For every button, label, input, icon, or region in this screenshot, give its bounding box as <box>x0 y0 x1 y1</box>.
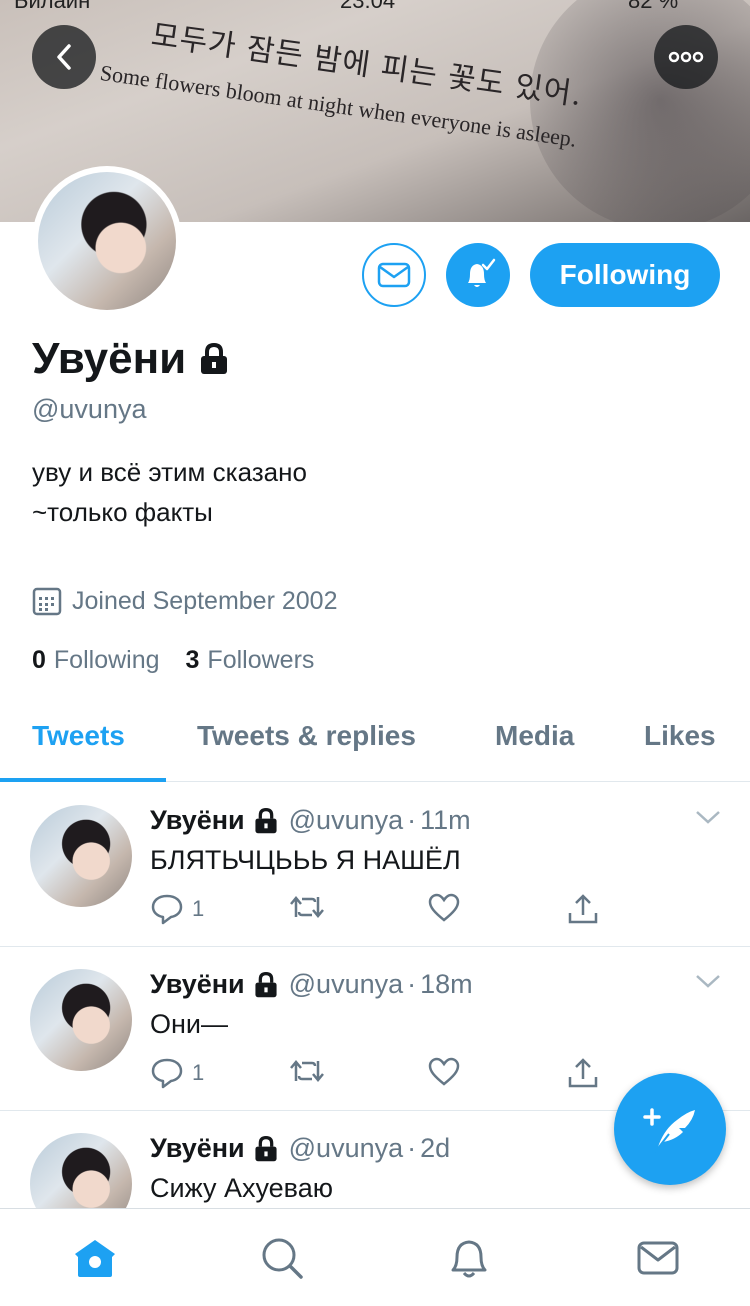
nav-notifications[interactable] <box>444 1233 494 1283</box>
following-count: 0 <box>32 646 46 674</box>
share-icon <box>568 894 598 924</box>
follow-counts: 0 Following 3 Followers <box>32 646 314 675</box>
back-button[interactable] <box>32 25 96 89</box>
message-button[interactable] <box>362 243 426 307</box>
joined-label: Joined September 2002 <box>72 586 338 615</box>
reply-count: 1 <box>192 896 205 921</box>
tweet-author-handle: @uvunya <box>288 1133 404 1163</box>
lock-icon <box>255 971 277 997</box>
tab-tweets-replies[interactable]: Tweets & replies <box>197 720 416 752</box>
more-button[interactable] <box>654 25 718 89</box>
tweet-header: Увуёни @uvunya · 2d <box>150 1133 450 1164</box>
following-count-link[interactable]: 0 Following <box>32 646 160 675</box>
reply-count: 1 <box>192 1060 205 1085</box>
bell-icon <box>468 258 496 287</box>
separator-dot: · <box>407 805 417 835</box>
chevron-down-icon[interactable] <box>694 809 722 825</box>
tweet-text: БЛЯТЬЧЦЬЬЬ Я НАШЁЛ <box>150 845 461 875</box>
tweet-author-handle: @uvunya <box>288 969 404 999</box>
profile-tabs: Tweets Tweets & replies Media Likes <box>0 702 750 782</box>
profile-avatar[interactable] <box>32 166 182 316</box>
like-button[interactable] <box>428 1057 460 1087</box>
nav-home[interactable] <box>70 1233 120 1283</box>
like-icon <box>428 893 460 922</box>
profile-name-row: Увуёни <box>32 334 230 384</box>
bottom-navigation <box>0 1208 750 1306</box>
followers-count-link[interactable]: 3 Followers <box>186 646 315 675</box>
tweet-avatar[interactable] <box>30 969 132 1071</box>
lock-icon <box>255 1135 277 1161</box>
compose-tweet-button[interactable] <box>614 1073 726 1185</box>
tweet-author-handle: @uvunya <box>288 805 404 835</box>
tweet-header: Увуёни @uvunya · 18m <box>150 969 473 1000</box>
bio-line: уву и всё этим сказано <box>32 457 307 487</box>
profile-handle: @uvunya <box>32 394 147 424</box>
tab-likes[interactable]: Likes <box>644 720 716 752</box>
tweet-time: 11m <box>420 805 471 835</box>
profile-name: Увуёни <box>32 334 187 383</box>
envelope-icon <box>377 262 411 288</box>
tweet-header: Увуёни @uvunya · 11m <box>150 805 471 836</box>
following-button[interactable]: Following <box>530 243 720 307</box>
reply-icon <box>151 894 183 925</box>
reply-icon <box>151 1058 183 1089</box>
home-icon <box>75 1240 115 1277</box>
active-tab-indicator <box>0 778 166 782</box>
reply-button[interactable]: 1 <box>150 1057 204 1089</box>
tab-tweets[interactable]: Tweets <box>32 720 125 752</box>
tweet-time: 2d <box>420 1133 451 1163</box>
following-label: Following <box>53 646 160 674</box>
tweet-actions: 1 <box>150 1057 610 1091</box>
separator-dot: · <box>407 969 417 999</box>
share-icon <box>568 1058 598 1088</box>
profile-bio: уву и всё этим сказано ~только факты <box>32 452 307 532</box>
notifications-toggle-button[interactable] <box>446 243 510 307</box>
calendar-icon <box>32 587 62 616</box>
like-icon <box>428 1057 460 1086</box>
lock-icon <box>255 807 277 833</box>
chevron-down-icon[interactable] <box>694 973 722 989</box>
messages-icon <box>637 1241 679 1275</box>
tweet-time: 18m <box>420 969 473 999</box>
nav-search[interactable] <box>257 1233 307 1283</box>
back-arrow-icon <box>57 44 71 70</box>
search-icon <box>262 1238 303 1279</box>
tab-media[interactable]: Media <box>495 720 574 752</box>
lock-icon <box>201 342 228 374</box>
tweet[interactable]: Увуёни @uvunya · 11m БЛЯТЬЧЦЬЬЬ Я НАШЁЛ … <box>0 783 750 947</box>
tweet-text: Сижу Ахуеваю <box>150 1173 333 1203</box>
nav-messages[interactable] <box>633 1233 683 1283</box>
bio-line: ~только факты <box>32 497 213 527</box>
tweet-author-name: Увуёни <box>150 1133 245 1163</box>
followers-count: 3 <box>185 646 200 674</box>
status-bar: Билайн 23:04 82 % <box>0 0 750 13</box>
compose-icon <box>643 1108 695 1153</box>
retweet-icon <box>290 896 324 918</box>
share-button[interactable] <box>567 1057 599 1089</box>
tweet-text: Они— <box>150 1009 228 1039</box>
tweet-author-name: Увуёни <box>150 969 245 999</box>
notifications-icon <box>451 1240 487 1278</box>
followers-label: Followers <box>207 646 315 674</box>
tweet-actions: 1 <box>150 893 610 927</box>
share-button[interactable] <box>567 893 599 925</box>
retweet-icon <box>290 1060 324 1082</box>
more-icon <box>668 51 704 63</box>
carrier-label: Билайн <box>14 0 91 13</box>
avatar-image <box>38 172 176 310</box>
retweet-button[interactable] <box>288 1057 326 1085</box>
reply-button[interactable]: 1 <box>150 893 204 925</box>
separator-dot: · <box>407 1133 417 1163</box>
like-button[interactable] <box>428 893 460 923</box>
joined-date: Joined September 2002 <box>32 586 337 616</box>
tweet-author-name: Увуёни <box>150 805 245 835</box>
retweet-button[interactable] <box>288 893 326 921</box>
clock-label: 23:04 <box>340 0 396 13</box>
battery-label: 82 % <box>628 0 679 13</box>
tweet-avatar[interactable] <box>30 805 132 907</box>
